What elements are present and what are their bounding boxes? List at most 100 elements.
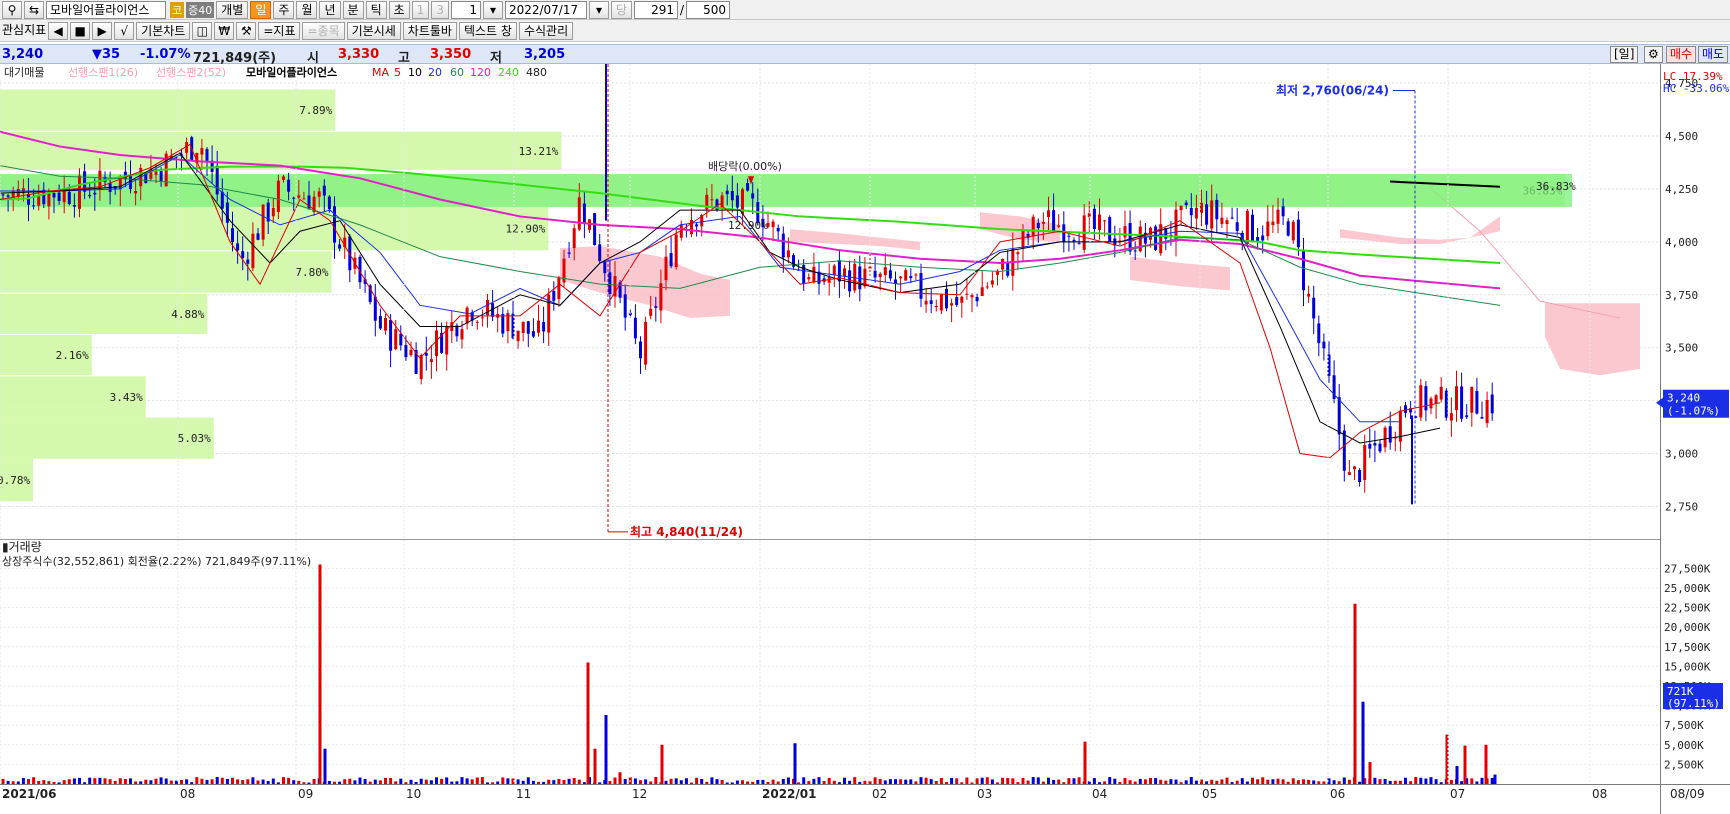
chart-toolbar-button[interactable]: 차트툴바	[402, 21, 457, 40]
secondary-toolbar: 관심지표 ◀ ■ ▶ √ 기본차트 ◫ ₩ ⚒ =지표 =종목 기본시세 차트툴…	[0, 20, 1730, 42]
volume-bar	[16, 781, 20, 784]
volume-bar	[435, 777, 438, 784]
candle-body	[1021, 230, 1025, 249]
interval-spinner[interactable]: 1	[450, 0, 481, 19]
volume-bar	[1184, 780, 1188, 784]
candle-body	[205, 149, 209, 161]
count-input[interactable]: 291	[634, 0, 678, 19]
volume-bar	[307, 782, 311, 784]
candle-body	[1485, 399, 1489, 424]
volume-profile-label: 2.16%	[56, 349, 89, 362]
stock-chart[interactable]: 36.83% 12.90% 13.21% 7.89% 7.80% 4.88% 2.16% 3.…	[0, 64, 1730, 814]
volume-bar	[297, 780, 301, 784]
volume-bar	[1067, 778, 1071, 784]
period-year-button[interactable]: 년	[319, 0, 341, 19]
candle-body	[72, 205, 76, 207]
wrench-icon[interactable]: ⚒	[236, 21, 257, 40]
candle-body	[1302, 251, 1305, 291]
date-select[interactable]: 2022/07/17	[504, 0, 587, 19]
volume-spike-bar	[660, 744, 664, 784]
candle-body	[241, 251, 245, 258]
text-tool-button[interactable]: 텍스트 창	[458, 21, 517, 40]
volume-bar	[1189, 776, 1193, 784]
volume-bar	[409, 779, 413, 784]
volume-bar	[149, 780, 153, 784]
volume-bar	[1220, 779, 1224, 784]
period-week-button[interactable]: 주	[273, 0, 295, 19]
period-tick-button[interactable]: 틱	[365, 0, 387, 19]
volume-bar	[843, 777, 846, 784]
volume-bar	[1026, 780, 1030, 784]
volume-spike-bar	[1361, 701, 1365, 784]
period-day-button[interactable]: 일	[250, 0, 272, 19]
search-icon[interactable]: ⚲	[2, 0, 22, 19]
period-indicator-button[interactable]: [일]	[1610, 46, 1639, 63]
volume-bar	[1077, 777, 1081, 784]
candle-body	[1205, 204, 1209, 225]
candle-body	[1031, 216, 1035, 237]
chevron-down-icon[interactable]: ▾	[482, 0, 503, 19]
volume-bar	[169, 780, 173, 784]
stop-icon[interactable]: ■	[70, 21, 91, 40]
volume-bar	[455, 781, 459, 784]
date-dropdown-icon[interactable]: ▾	[588, 0, 609, 19]
x-tick-label: 09	[298, 787, 313, 801]
x-tick-label: 10	[406, 787, 421, 801]
candle-body	[516, 330, 520, 342]
candle-body	[751, 193, 755, 199]
volume-bar	[389, 778, 393, 784]
formula-icon[interactable]: √	[114, 21, 135, 40]
candle-body	[317, 191, 321, 197]
volume-spike-bar	[618, 772, 622, 784]
candle-body	[812, 266, 816, 283]
volume-tick-label: 5,000K	[1664, 739, 1704, 752]
total-input[interactable]: 500	[686, 0, 731, 19]
candle-body	[225, 202, 229, 223]
candle-body	[287, 179, 291, 192]
watchlist-indicator-button[interactable]: 관심지표	[2, 22, 46, 40]
volume-bar	[1276, 778, 1280, 784]
candle-body	[695, 224, 699, 227]
volume-bar	[822, 780, 826, 784]
individual-button[interactable]: 개별	[216, 0, 249, 19]
sell-button[interactable]: 매도	[1698, 46, 1729, 63]
candle-body	[1434, 395, 1438, 404]
candle-body	[1128, 222, 1132, 252]
candle-body	[1363, 444, 1367, 481]
swap-icon[interactable]: ⇆	[24, 0, 44, 19]
won-icon[interactable]: ₩	[214, 21, 235, 40]
candle-body	[78, 175, 81, 209]
candle-body	[404, 345, 408, 358]
candle-body	[1036, 222, 1040, 229]
volume-bar	[639, 780, 642, 784]
candle-body	[338, 244, 342, 249]
candle-body	[531, 331, 535, 337]
volume-bar	[1460, 781, 1464, 784]
volume-bar	[552, 780, 556, 784]
stock-name-input[interactable]: 모바일어플라이언스	[46, 0, 166, 19]
basic-chart-button[interactable]: 기본차트	[136, 21, 191, 40]
volume-bar	[1449, 779, 1453, 784]
formula-manager-button[interactable]: 수식관리	[518, 21, 574, 40]
candle-body	[1383, 427, 1387, 448]
indicator-button[interactable]: =지표	[258, 21, 301, 40]
settings-icon[interactable]: ⚙	[1644, 46, 1663, 63]
volume-bar	[990, 779, 994, 784]
candle-body	[781, 233, 785, 258]
period-minute-button[interactable]: 분	[342, 0, 364, 19]
volume-bar	[292, 780, 296, 784]
volume-bar	[287, 777, 291, 784]
volume-bar	[679, 780, 683, 784]
candle-icon[interactable]: ◫	[192, 21, 213, 40]
arrow-left-icon[interactable]: ◀	[48, 21, 69, 40]
basic-quote-button[interactable]: 기본시세	[346, 21, 401, 40]
volume-bar	[460, 777, 464, 784]
buy-button[interactable]: 매수	[1666, 46, 1697, 63]
volume-profile-label: 12.90%	[506, 223, 546, 236]
candle-body	[200, 148, 204, 155]
period-second-button[interactable]: 초	[388, 0, 410, 19]
volume-bar	[1021, 777, 1025, 784]
arrow-right-icon[interactable]: ▶	[92, 21, 113, 40]
volume-bar	[113, 780, 117, 784]
period-month-button[interactable]: 월	[296, 0, 318, 19]
